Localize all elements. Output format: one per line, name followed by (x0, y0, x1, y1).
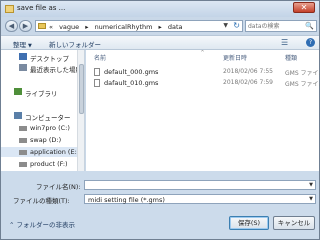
file-type: GMS ファイル (285, 81, 320, 88)
sidebar-item-drive-f[interactable]: product (F:) (1, 159, 77, 169)
refresh-icon[interactable]: ↻ (233, 21, 240, 30)
sidebar-item-label: ライブラリ (25, 90, 58, 98)
sidebar-item-label: 最近表示した場所 (30, 66, 82, 74)
column-header-date[interactable]: 更新日時 (223, 53, 247, 62)
search-box[interactable]: 🔍 (245, 20, 317, 32)
breadcrumb-numericalrhythm[interactable]: numericalRhythm (95, 23, 153, 31)
drive-icon (19, 162, 27, 167)
chevron-down-icon[interactable]: ▼ (309, 196, 313, 202)
sidebar-item-library[interactable]: ライブラリ (1, 87, 77, 98)
new-folder-button[interactable]: 新しいフォルダー (49, 39, 101, 49)
navigation-pane: デスクトップ 最近表示した場所 ライブラリ コンピューター win7pro (C… (1, 50, 85, 171)
close-button[interactable]: ✕ (293, 2, 315, 13)
hide-folders-button[interactable]: ⌃ フォルダーの非表示 (9, 219, 75, 229)
forward-button[interactable]: ▶ (19, 20, 32, 32)
organize-label: 整理 (13, 41, 26, 49)
sidebar-item-label: application (E:) (30, 148, 80, 156)
filename-label: ファイル名(N): (36, 183, 81, 191)
breadcrumb-separator[interactable]: ▸ (85, 23, 88, 31)
desktop-icon (19, 53, 27, 60)
library-icon (14, 88, 22, 95)
file-list: ^ 名前 更新日時 種類 default_000.gms 2018/02/06 … (86, 50, 320, 171)
search-icon[interactable]: 🔍 (305, 22, 314, 30)
filetype-value: midi setting file (*.gms) (88, 196, 165, 204)
drive-icon (19, 126, 27, 131)
file-row[interactable]: default_000.gms 2018/02/06 7:55 GMS ファイル (86, 67, 320, 77)
sidebar-item-label: swap (D:) (30, 136, 62, 144)
organize-button[interactable]: 整理 ▼ (13, 39, 32, 49)
address-row: ◀ ▶ « vague ▸ numericalRhythm ▸ data ▼ ↻… (1, 17, 319, 35)
breadcrumb-data[interactable]: data (168, 23, 183, 31)
sidebar-scroll-thumb[interactable] (79, 64, 84, 114)
sidebar-item-label: product (F:) (30, 160, 68, 168)
computer-icon (14, 112, 22, 119)
file-date: 2018/02/06 7:55 (223, 68, 273, 75)
address-bar[interactable]: « vague ▸ numericalRhythm ▸ data ▼ ↻ (35, 20, 243, 32)
save-button[interactable]: 保存(S) (229, 216, 269, 230)
collapse-icon: ⌃ (9, 221, 17, 229)
column-header-name[interactable]: 名前 (94, 53, 106, 62)
back-button[interactable]: ◀ (5, 20, 18, 32)
breadcrumb-overflow[interactable]: « (49, 23, 53, 31)
recent-places-icon (19, 64, 27, 71)
filetype-label: ファイルの種類(T): (13, 197, 70, 205)
file-row[interactable]: dafault_010.gms 2018/02/06 7:59 GMS ファイル (86, 78, 320, 88)
drive-icon (19, 150, 27, 155)
chevron-down-icon: ▼ (28, 43, 32, 49)
file-icon (94, 68, 100, 76)
file-type: GMS ファイル (285, 70, 320, 77)
file-name: dafault_010.gms (104, 79, 159, 87)
cancel-button[interactable]: キャンセル (273, 216, 315, 230)
column-header-type[interactable]: 種類 (285, 53, 297, 62)
filetype-select[interactable]: midi setting file (*.gms) ▼ (84, 194, 316, 204)
toolbar: 整理 ▼ 新しいフォルダー ☰ ? (1, 35, 319, 50)
sidebar-item-drive-d[interactable]: swap (D:) (1, 135, 77, 145)
sidebar-item-computer[interactable]: コンピューター (1, 111, 77, 122)
save-dialog: save file as ... ✕ ◀ ▶ « vague ▸ numeric… (0, 0, 320, 240)
sidebar-item-label: コンピューター (25, 114, 71, 122)
sidebar-item-label: デスクトップ (30, 55, 69, 63)
sidebar-item-recent-places[interactable]: 最近表示した場所 (1, 63, 82, 74)
title-bar: save file as ... ✕ (1, 1, 319, 17)
sidebar-item-label: win7pro (C:) (30, 124, 70, 132)
hide-folders-label: フォルダーの非表示 (16, 221, 76, 229)
sidebar-scrollbar[interactable] (77, 50, 84, 171)
file-date: 2018/02/06 7:59 (223, 79, 273, 86)
file-icon (94, 79, 100, 87)
search-input[interactable] (248, 22, 304, 31)
folder-icon (38, 23, 46, 29)
app-icon (5, 5, 14, 13)
breadcrumb: « vague ▸ numericalRhythm ▸ data (49, 23, 187, 31)
sidebar-item-drive-e[interactable]: application (E:) (1, 147, 80, 157)
chevron-down-icon[interactable]: ▼ (309, 182, 313, 188)
drive-icon (19, 138, 27, 143)
breadcrumb-separator[interactable]: ▸ (159, 23, 162, 31)
sidebar-item-desktop[interactable]: デスクトップ (1, 52, 77, 63)
view-options-icon[interactable]: ☰ (281, 38, 288, 47)
filename-input[interactable]: ▼ (84, 180, 316, 190)
sidebar-item-drive-c[interactable]: win7pro (C:) (1, 123, 77, 133)
window-title: save file as ... (17, 4, 66, 12)
file-name: default_000.gms (104, 68, 159, 76)
bottom-panel: ファイル名(N): ▼ ファイルの種類(T): midi setting fil… (1, 171, 319, 239)
address-dropdown-icon[interactable]: ▼ (223, 22, 228, 29)
breadcrumb-vague[interactable]: vague (59, 23, 79, 31)
help-icon[interactable]: ? (306, 38, 315, 47)
